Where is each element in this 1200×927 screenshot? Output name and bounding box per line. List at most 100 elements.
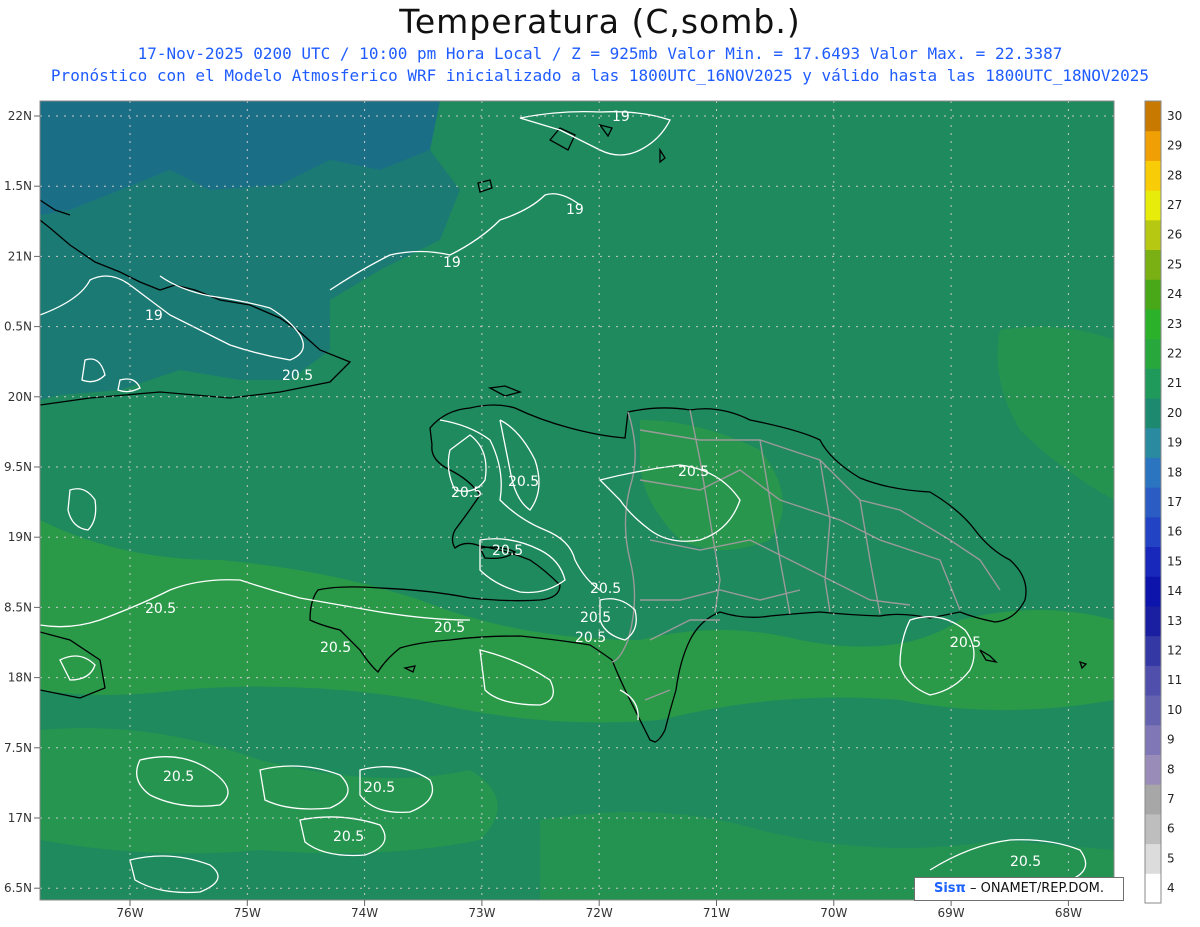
- colorbar-swatch: [1145, 427, 1161, 458]
- colorbar-label: 28: [1167, 168, 1182, 182]
- colorbar-label: 9: [1167, 733, 1175, 747]
- colorbar-swatch: [1145, 160, 1161, 191]
- lat-tick-label: 21N: [8, 249, 32, 263]
- lat-tick-label: 0.5N: [4, 320, 32, 334]
- colorbar-label: 26: [1167, 228, 1182, 242]
- colorbar-label: 25: [1167, 257, 1182, 271]
- contour-label: 20.5: [333, 829, 364, 845]
- colorbar-swatch: [1145, 843, 1161, 874]
- colorbar-label: 6: [1167, 822, 1175, 836]
- colorbar-swatch: [1145, 813, 1161, 845]
- contour-label: 20.5: [950, 635, 981, 651]
- colorbar-swatch: [1145, 249, 1161, 280]
- lat-tick-label: 9.5N: [4, 460, 32, 474]
- contour-label: 20.5: [282, 368, 313, 384]
- colorbar-swatch: [1145, 665, 1161, 696]
- colorbar-label: 13: [1167, 614, 1182, 628]
- colorbar-label: 29: [1167, 139, 1182, 153]
- lon-tick-label: 69W: [938, 906, 965, 920]
- colorbar-label: 10: [1167, 703, 1182, 717]
- colorbar-swatch: [1145, 576, 1161, 607]
- credit-box: Sisπ – ONAMET/REP.DOM.: [914, 877, 1124, 901]
- colorbar-swatch: [1145, 308, 1161, 340]
- contour-label: 20.5: [364, 780, 395, 796]
- contour-label: 20.5: [320, 640, 351, 656]
- colorbar-label: 23: [1167, 317, 1182, 331]
- contour-label: 20.5: [451, 485, 482, 501]
- colorbar-label: 19: [1167, 436, 1182, 450]
- colorbar-swatch: [1145, 338, 1161, 369]
- colorbar-swatch: [1145, 457, 1161, 488]
- longitude-axis: 76W 75W 74W 73W 72W 71W 70W 69W 68W: [116, 900, 1082, 920]
- colorbar-label: 5: [1167, 851, 1175, 865]
- colorbar-label: 11: [1167, 673, 1182, 687]
- contour-label: 20.5: [590, 581, 621, 597]
- lat-tick-label: 1.5N: [4, 179, 32, 193]
- colorbar-label: 22: [1167, 346, 1182, 360]
- colorbar-label: 4: [1167, 881, 1175, 895]
- colorbar-label: 24: [1167, 287, 1182, 301]
- colorbar-label: 15: [1167, 554, 1182, 568]
- lon-tick-label: 75W: [234, 906, 261, 920]
- contour-label: 20.5: [678, 464, 709, 480]
- colorbar-label: 27: [1167, 198, 1182, 212]
- colorbar-swatch: [1145, 101, 1161, 132]
- lon-tick-label: 71W: [703, 906, 730, 920]
- weather-map: 19 19 19 19 20.5 20.5 20.5 20.5 20.5 20.…: [4, 100, 1182, 920]
- contour-label: 19: [443, 255, 461, 271]
- colorbar-swatch: [1145, 130, 1161, 161]
- colorbar-swatch: [1145, 784, 1161, 815]
- lon-tick-label: 74W: [351, 906, 378, 920]
- colorbar-label: 8: [1167, 762, 1175, 776]
- colorbar-swatch: [1145, 724, 1161, 755]
- colorbar-swatch: [1145, 516, 1161, 548]
- lon-tick-label: 76W: [116, 906, 143, 920]
- contour-label: 20.5: [434, 620, 465, 636]
- colorbar-label: 21: [1167, 376, 1182, 390]
- contour-label: 20.5: [508, 474, 539, 490]
- lon-tick-label: 73W: [468, 906, 495, 920]
- colorbar-swatch: [1145, 605, 1161, 637]
- colorbar-label: 16: [1167, 525, 1182, 539]
- latitude-axis: 22N 1.5N 21N 0.5N 20N 9.5N 19N 8.5N 18N 7.5N 17N 6.…: [4, 109, 40, 895]
- contour-label: 19: [566, 202, 584, 218]
- lat-tick-label: 7.5N: [4, 741, 32, 755]
- colorbar-swatch: [1145, 695, 1161, 726]
- colorbar-label: 17: [1167, 495, 1182, 509]
- contour-label: 20.5: [580, 610, 611, 626]
- lat-tick-label: 22N: [8, 109, 32, 123]
- lat-tick-label: 8.5N: [4, 600, 32, 614]
- sispi-logo: Sisπ: [933, 881, 966, 896]
- contour-label: 20.5: [1010, 854, 1041, 870]
- colorbar-swatch: [1145, 368, 1161, 399]
- contour-label: 20.5: [145, 601, 176, 617]
- colorbar-swatch: [1145, 219, 1161, 251]
- colorbar-label: 7: [1167, 792, 1175, 806]
- colorbar-label: 14: [1167, 584, 1182, 598]
- contour-label: 19: [612, 109, 630, 125]
- lat-tick-label: 19N: [8, 530, 32, 544]
- contour-label: 20.5: [492, 543, 523, 559]
- colorbar-swatch: [1145, 190, 1161, 221]
- colorbar-swatch: [1145, 279, 1161, 310]
- colorbar-label: 30: [1167, 109, 1182, 123]
- colorbar-swatch: [1145, 546, 1161, 577]
- contour-label: 20.5: [575, 630, 606, 646]
- colorbar-swatch: [1145, 754, 1161, 785]
- colorbar: 4 5 6 7 8 9 10 11 12 13 14 15 16 17 18 19 20 21 22 23 24 25 26…: [1144, 100, 1182, 904]
- credit-text: – ONAMET/REP.DOM.: [969, 881, 1104, 896]
- lon-tick-label: 68W: [1055, 906, 1082, 920]
- colorbar-swatch: [1145, 635, 1161, 666]
- colorbar-label: 20: [1167, 406, 1182, 420]
- lon-tick-label: 70W: [820, 906, 847, 920]
- contour-label: 20.5: [163, 769, 194, 785]
- lat-tick-label: 18N: [8, 671, 32, 685]
- lat-tick-label: 20N: [8, 390, 32, 404]
- colorbar-swatch: [1145, 487, 1161, 518]
- contour-label: 19: [145, 308, 163, 324]
- colorbar-label: 18: [1167, 465, 1182, 479]
- colorbar-swatch: [1145, 873, 1161, 904]
- colorbar-swatch: [1145, 398, 1161, 429]
- lon-tick-label: 72W: [586, 906, 613, 920]
- lat-tick-label: 6.5N: [4, 881, 32, 895]
